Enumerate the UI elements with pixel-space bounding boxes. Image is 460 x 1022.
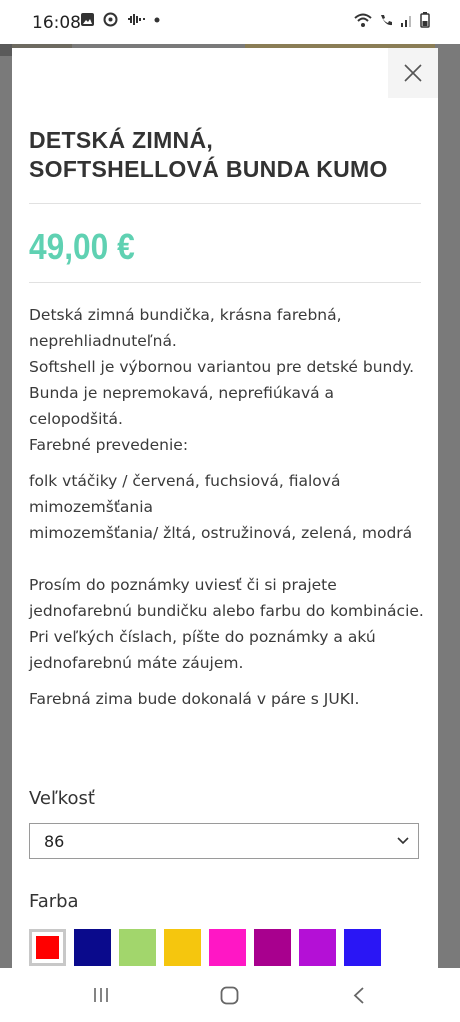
battery-icon xyxy=(420,12,430,28)
wifi-icon xyxy=(354,13,372,27)
swatch-fill xyxy=(36,936,59,959)
color-swatch[interactable] xyxy=(299,929,336,966)
product-modal: DETSKÁ ZIMNÁ, SOFTSHELLOVÁ BUNDA KUMO 49… xyxy=(12,48,438,968)
gallery-icon xyxy=(81,13,94,26)
product-description: Detská zimná bundička, krásna farebná, n… xyxy=(29,302,424,712)
back-icon[interactable] xyxy=(352,986,366,1005)
size-select[interactable]: 86 xyxy=(29,823,419,859)
note-line: Pri veľkých číslach, píšte do poznámky a… xyxy=(29,628,376,672)
call-icon xyxy=(381,14,392,25)
product-title: DETSKÁ ZIMNÁ, SOFTSHELLOVÁ BUNDA KUMO xyxy=(29,127,388,182)
color-swatch[interactable] xyxy=(29,929,66,966)
home-icon[interactable] xyxy=(220,986,239,1005)
status-time: 16:08 xyxy=(32,13,81,33)
color-swatch[interactable] xyxy=(344,929,381,966)
color-swatch[interactable] xyxy=(74,929,111,966)
signal-icon xyxy=(401,15,411,27)
divider xyxy=(29,203,421,204)
description-line: Bunda je nepremokavá, nepreﬁúkavá a celo… xyxy=(29,384,335,428)
color-swatch[interactable] xyxy=(119,929,156,966)
description-line: Detská zimná bundička, krásna farebná, n… xyxy=(29,306,342,350)
dot-icon xyxy=(154,17,160,22)
product-price: 49,00 € xyxy=(29,226,135,267)
close-button[interactable] xyxy=(388,48,438,98)
color-label: Farba xyxy=(29,891,79,912)
voicemail-icon xyxy=(128,14,145,25)
colors-line: mimozemšťania/ žltá, ostružinová, zelená… xyxy=(29,524,413,542)
size-label: Veľkosť xyxy=(29,788,95,809)
color-swatch[interactable] xyxy=(209,929,246,966)
background-image-left xyxy=(0,44,12,56)
note-line: Prosím do poznámky uviesť či si prajete … xyxy=(29,576,424,620)
status-bar: 16:08 xyxy=(0,0,460,44)
color-swatch[interactable] xyxy=(254,929,291,966)
recent-apps-icon[interactable] xyxy=(92,986,110,1004)
colors-line: folk vtáčiky / červená, fuchsiová, fialo… xyxy=(29,472,341,490)
description-line: Softshell je výbornou variantou pre dets… xyxy=(29,358,415,376)
description-line: Farebné prevedenie: xyxy=(29,436,189,454)
close-icon xyxy=(404,64,422,82)
color-swatches xyxy=(29,929,381,966)
size-value: 86 xyxy=(44,831,65,851)
closing-line: Farebná zima bude dokonalá v páre s JUKI… xyxy=(29,690,360,708)
divider xyxy=(29,282,421,283)
colors-line: mimozemšťania xyxy=(29,498,154,516)
chevron-down-icon xyxy=(397,837,409,845)
navigation-bar xyxy=(0,968,460,1022)
sync-icon xyxy=(103,12,118,27)
color-swatch[interactable] xyxy=(164,929,201,966)
